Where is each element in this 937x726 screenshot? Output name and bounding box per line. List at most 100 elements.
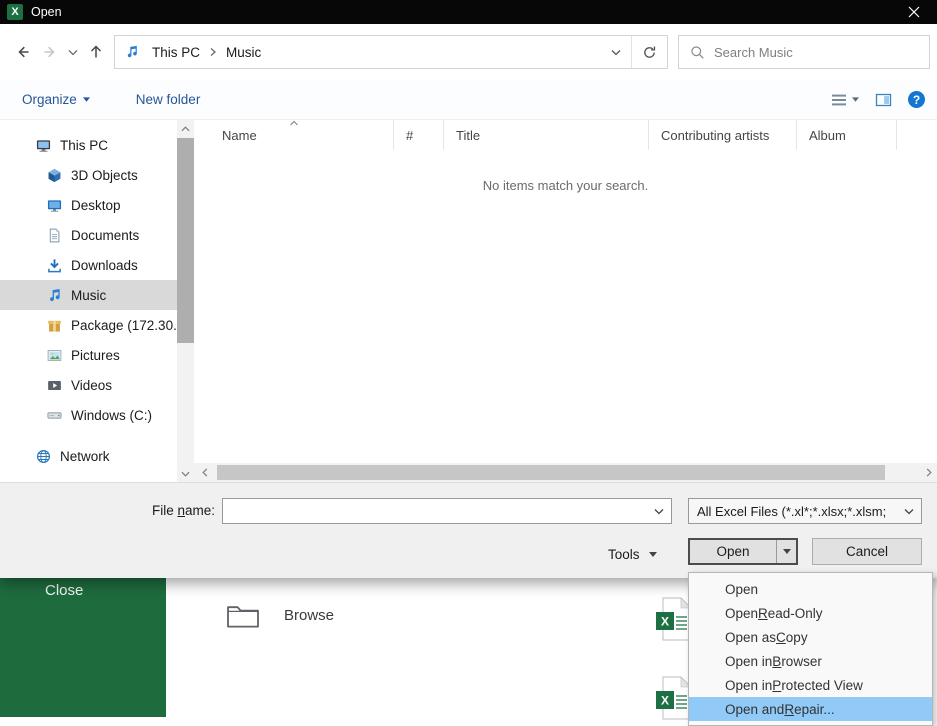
navigation-pane: This PC 3D Objects Desktop Documents Downloa… (0, 120, 177, 482)
file-type-combobox[interactable]: All Excel Files (*.xl*;*.xlsx;*.xlsm; (688, 498, 922, 524)
browse-label: Browse (284, 607, 335, 624)
dialog-footer: File name: All Excel Files (*.xl*;*.xlsx… (0, 482, 937, 578)
column-header-filler (897, 120, 937, 150)
open-dialog: X Open This PC Music Search Music Organi… (0, 0, 937, 578)
column-header-label: Title (456, 127, 481, 143)
preview-pane-icon[interactable] (875, 92, 892, 108)
sidebar-item-this-pc[interactable]: This PC (0, 130, 177, 160)
sidebar-item-3d-objects[interactable]: 3D Objects (0, 160, 177, 190)
videos-icon (47, 378, 62, 393)
sidebar-item-label: Network (60, 448, 110, 464)
search-input[interactable] (714, 36, 929, 68)
scroll-right-icon[interactable] (920, 463, 937, 482)
scroll-up-icon[interactable] (177, 120, 194, 137)
new-folder-button[interactable]: New folder (136, 92, 201, 107)
sidebar-item-desktop[interactable]: Desktop (0, 190, 177, 220)
file-name-label: File name: (151, 503, 215, 518)
sidebar-item-label: Windows (C:) (71, 407, 153, 423)
sidebar-item-downloads[interactable]: Downloads (0, 250, 177, 280)
drive-icon (47, 408, 62, 423)
back-button[interactable] (8, 38, 36, 66)
titlebar: X Open (0, 0, 937, 24)
chevron-down-icon (648, 551, 657, 557)
sidebar-item-label: This PC (60, 137, 109, 153)
column-header-hash[interactable]: # (394, 120, 444, 150)
sidebar-item-documents[interactable]: Documents (0, 220, 177, 250)
file-type-dropdown-button[interactable] (897, 499, 921, 523)
horizontal-scrollbar-thumb[interactable] (217, 465, 885, 480)
cancel-button[interactable]: Cancel (812, 538, 922, 565)
column-header-album[interactable]: Album (797, 120, 897, 150)
breadcrumb-music[interactable]: Music (219, 36, 268, 68)
open-split-button: Open (688, 538, 798, 565)
up-button[interactable] (82, 38, 110, 66)
sidebar-item-network[interactable]: Network (0, 441, 177, 471)
horizontal-scrollbar[interactable] (194, 463, 937, 482)
tree-scrollbar-thumb[interactable] (177, 138, 194, 343)
scroll-left-icon[interactable] (196, 463, 213, 482)
column-header-label: Name (222, 127, 257, 143)
pictures-icon (47, 348, 62, 363)
breadcrumb-this-pc[interactable]: This PC (145, 36, 207, 68)
open-button[interactable]: Open (690, 540, 776, 563)
svg-text:X: X (661, 694, 669, 708)
file-name-input[interactable] (223, 499, 647, 523)
column-header-title[interactable]: Title (444, 120, 649, 150)
help-button[interactable]: ? (908, 91, 925, 108)
sidebar-item-videos[interactable]: Videos (0, 370, 177, 400)
organize-button[interactable]: Organize (22, 92, 90, 107)
browse-item[interactable]: Browse (226, 602, 334, 629)
menu-item-open-read-only[interactable]: Open Read-Only (689, 601, 932, 625)
scroll-down-icon[interactable] (177, 465, 194, 482)
excel-app-icon: X (7, 4, 23, 20)
open-dropdown-button[interactable] (776, 540, 796, 563)
excel-workbook-icon: X (656, 597, 692, 641)
recent-locations-button[interactable] (64, 38, 82, 66)
sidebar-item-label: Pictures (71, 347, 120, 363)
sidebar-item-package-172-30[interactable]: Package (172.30. (0, 310, 177, 340)
tools-label: Tools (608, 546, 640, 562)
music-icon (47, 288, 62, 303)
column-headers: Name # Title Contributing artists Album (194, 120, 937, 150)
sidebar-item-label: Music (71, 287, 107, 303)
sidebar-item-label: Documents (71, 227, 140, 243)
desktop-icon (47, 198, 62, 213)
menu-item-open-in-protected-view[interactable]: Open in Protected View (689, 673, 932, 697)
refresh-button[interactable] (631, 36, 667, 68)
column-header-contributing-artists[interactable]: Contributing artists (649, 120, 797, 150)
chevron-down-icon (82, 97, 90, 102)
command-bar: Organize New folder ? (0, 80, 937, 120)
menu-item-open[interactable]: Open (689, 577, 932, 601)
empty-message: No items match your search. (482, 178, 649, 193)
tree-scrollbar[interactable] (177, 120, 194, 482)
sidebar-item-pictures[interactable]: Pictures (0, 340, 177, 370)
navigation-bar: This PC Music (0, 24, 937, 80)
file-name-dropdown-button[interactable] (647, 499, 671, 523)
excel-workbook-icon: X (656, 676, 692, 720)
search-icon (690, 45, 705, 60)
column-header-label: Album (809, 127, 846, 143)
backstage-close-item[interactable]: Close (45, 582, 83, 599)
sort-asc-icon (288, 120, 300, 126)
sidebar-item-music[interactable]: Music (0, 280, 177, 310)
menu-item-open-and-repair[interactable]: Open and Repair... (689, 697, 932, 721)
list-view-icon (831, 92, 847, 108)
menu-item-open-as-copy[interactable]: Open as Copy (689, 625, 932, 649)
network-icon (36, 449, 51, 464)
forward-button[interactable] (36, 38, 64, 66)
toolbar-right-group: ? (831, 91, 925, 108)
close-button[interactable] (891, 0, 937, 24)
views-button[interactable] (831, 92, 859, 108)
window-title: Open (31, 5, 62, 19)
organize-label: Organize (22, 92, 77, 107)
sidebar-item-windows-c[interactable]: Windows (C:) (0, 400, 177, 430)
address-dropdown-button[interactable] (601, 36, 631, 68)
menu-item-open-in-browser[interactable]: Open in Browser (689, 649, 932, 673)
sidebar-item-label: Desktop (71, 197, 121, 213)
tools-button[interactable]: Tools (608, 542, 657, 566)
chevron-down-icon (852, 97, 859, 102)
search-box (678, 35, 930, 69)
music-location-icon (115, 45, 145, 59)
address-bar[interactable]: This PC Music (114, 35, 668, 69)
column-header-name[interactable]: Name (194, 120, 394, 150)
